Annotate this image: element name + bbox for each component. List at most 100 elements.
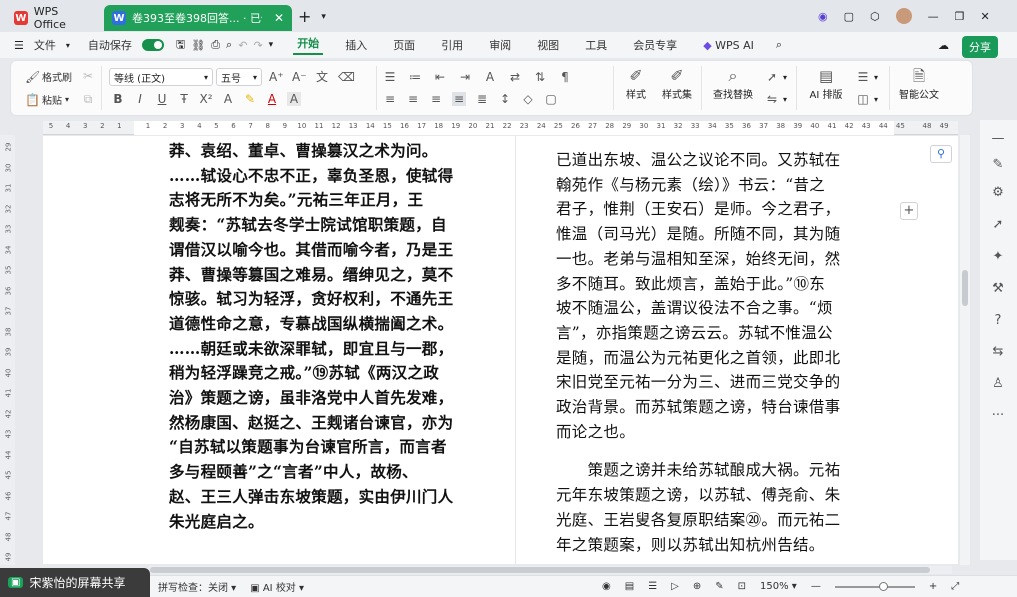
numbered-list-icon[interactable]: ≔ <box>408 70 422 84</box>
screen-share-banner[interactable]: ▣ 宋紫怡的屏幕共享 <box>0 568 150 597</box>
menu-tab-member[interactable]: 会员专享 <box>629 37 681 53</box>
grow-font-icon[interactable]: A⁺ <box>269 70 284 84</box>
share-button[interactable]: 分享 <box>962 36 998 58</box>
zoom-out-icon[interactable]: — <box>811 581 821 592</box>
tab-wps-office[interactable]: W WPS Office <box>6 5 101 31</box>
zoom-slider[interactable] <box>834 581 915 591</box>
sliders-icon[interactable]: ⚙ <box>989 184 1007 202</box>
char-shading-icon[interactable]: A <box>287 92 301 106</box>
chinese-layout-icon[interactable]: ⇄ <box>508 70 522 84</box>
smart-doc-button[interactable]: 🗎 智能公文 <box>895 69 943 102</box>
avatar[interactable] <box>895 8 912 24</box>
sort-icon[interactable]: ⇅ <box>533 70 547 84</box>
text-direction-icon[interactable]: A <box>483 70 497 84</box>
bullet-list-icon[interactable]: ☰ <box>383 70 397 84</box>
underline-button[interactable]: U <box>155 92 169 106</box>
pen-icon[interactable]: ✎ <box>715 581 723 592</box>
superscript-button[interactable]: X² <box>199 92 213 106</box>
web-view-icon[interactable]: ⊕ <box>693 581 701 592</box>
zoom-level[interactable]: 150% ▾ <box>760 581 797 592</box>
style-set-button[interactable]: ✐ 样式集 <box>651 68 703 102</box>
menu-tab-tools[interactable]: 工具 <box>581 37 611 53</box>
menu-tab-references[interactable]: 引用 <box>437 37 467 53</box>
increase-indent-icon[interactable]: ⇥ <box>458 70 472 84</box>
paragraph-shading-icon[interactable]: ◇ <box>521 92 535 106</box>
translate-icon[interactable]: ⇆ <box>989 343 1007 361</box>
menu-tab-home[interactable]: 开始 <box>293 35 324 55</box>
cube-icon[interactable]: ⬡ <box>870 10 880 23</box>
chevron-down-icon[interactable]: ▾ <box>321 12 326 22</box>
paste-button[interactable]: 📋 粘贴 ▾ <box>25 92 69 108</box>
font-name-select[interactable]: 等线 (正文) ▾ <box>109 68 213 86</box>
save-icon[interactable]: 🖫 <box>176 36 185 55</box>
menu-tab-view[interactable]: 视图 <box>533 37 563 53</box>
font-size-select[interactable]: 五号 ▾ <box>216 68 262 86</box>
phonetic-icon[interactable]: 文 <box>315 70 329 84</box>
format-painter-button[interactable]: 🖌 格式刷 <box>25 69 72 85</box>
align-center-icon[interactable]: ≡ <box>406 92 420 106</box>
paragraph-layout-tool[interactable]: ☰ ▾ <box>856 70 878 84</box>
shape-tool[interactable]: ◫ ▾ <box>856 92 878 106</box>
pointer-icon[interactable]: ➚ <box>989 216 1007 234</box>
fullscreen-icon[interactable]: ⤢ <box>951 581 959 592</box>
document-page[interactable]: 莽、袁绍、董卓、曹操篡汉之术为问。 ……轼设心不忠不正，辜负圣恩，使轼得 志将无所不… <box>43 136 958 564</box>
convert-tool[interactable]: ⇋ ▾ <box>765 92 787 106</box>
more-icon[interactable]: ▾ <box>269 40 274 50</box>
zoom-in-icon[interactable]: + <box>929 581 937 592</box>
redo-icon[interactable]: ↷ <box>253 39 262 52</box>
show-marks-icon[interactable]: ¶ <box>558 70 572 84</box>
more-icon[interactable]: ··· <box>989 407 1007 425</box>
align-left-icon[interactable]: ≡ <box>383 92 397 106</box>
cloud-icon[interactable]: ☁ <box>938 39 949 52</box>
select-tool[interactable]: ➚ ▾ <box>765 70 787 84</box>
minus-icon[interactable]: — <box>989 130 1007 148</box>
play-icon[interactable]: ▷ <box>671 581 679 592</box>
vertical-scrollbar[interactable] <box>960 135 970 565</box>
border-icon[interactable]: ▢ <box>544 92 558 106</box>
print-icon[interactable]: ⎙ <box>211 38 220 52</box>
menu-tab-wps-ai[interactable]: ◆ WPS AI <box>699 39 758 52</box>
window-icon[interactable]: ▢ <box>844 10 854 23</box>
clear-format-icon[interactable]: ⌫ <box>338 70 355 84</box>
new-tab-icon[interactable]: + <box>298 7 311 26</box>
eye-icon[interactable]: ◉ <box>602 581 611 592</box>
italic-button[interactable]: I <box>133 92 147 106</box>
file-menu[interactable]: 文件 <box>30 37 60 53</box>
decrease-indent-icon[interactable]: ⇤ <box>433 70 447 84</box>
restore-icon[interactable]: ❐ <box>955 10 965 23</box>
zoom-slider-knob[interactable] <box>878 581 888 591</box>
add-block-icon[interactable]: + <box>900 202 918 220</box>
font-color-icon[interactable]: A <box>265 92 279 106</box>
close-window-icon[interactable]: ✕ <box>981 10 990 23</box>
search-icon[interactable]: ⌕ <box>776 38 782 52</box>
line-spacing-icon[interactable]: ↕ <box>498 92 512 106</box>
location-pin-icon[interactable]: ⚲ <box>930 145 952 163</box>
print-preview-icon[interactable]: ⌕ <box>226 38 232 52</box>
help-icon[interactable]: ? <box>989 312 1007 330</box>
undo-icon[interactable]: ↶ <box>238 39 247 52</box>
vertical-scroll-thumb[interactable] <box>962 270 968 306</box>
fit-page-icon[interactable]: ⊡ <box>738 581 746 592</box>
distributed-icon[interactable]: ≣ <box>475 92 489 106</box>
highlight-icon[interactable]: ✎ <box>243 92 257 106</box>
ai-layout-button[interactable]: ▤ AI 排版 <box>801 69 851 102</box>
find-replace-button[interactable]: ⌕ 查找替换 <box>705 68 761 102</box>
close-tab-icon[interactable]: ✕ <box>274 11 284 25</box>
spellcheck-status[interactable]: 拼写检查：关闭 ▾ <box>158 579 236 594</box>
align-right-icon[interactable]: ≡ <box>429 92 443 106</box>
vertical-ruler[interactable]: 29 30 31 32 33 34 35 36 37 38 39 40 41 42 43 44 45 46 47 48… <box>0 135 15 565</box>
shrink-font-icon[interactable]: A⁻ <box>292 70 307 84</box>
shirt-icon[interactable]: ♙ <box>989 375 1007 393</box>
horizontal-scroll-thumb[interactable] <box>150 567 930 573</box>
justify-icon[interactable]: ≡ <box>452 92 466 106</box>
link-icon[interactable]: ⛓ <box>191 39 205 52</box>
pen-icon[interactable]: ✎ <box>989 156 1007 174</box>
strikethrough-icon[interactable]: Ŧ <box>177 92 191 106</box>
ai-assist-icon[interactable]: ✦ <box>989 248 1007 266</box>
bold-button[interactable]: B <box>111 92 125 106</box>
assistant-icon[interactable]: ◉ <box>818 10 828 23</box>
hamburger-icon[interactable]: ☰ <box>14 39 24 52</box>
menu-tab-page[interactable]: 页面 <box>389 37 419 53</box>
minimize-icon[interactable]: — <box>928 10 939 23</box>
text-effect-icon[interactable]: A <box>221 92 235 106</box>
